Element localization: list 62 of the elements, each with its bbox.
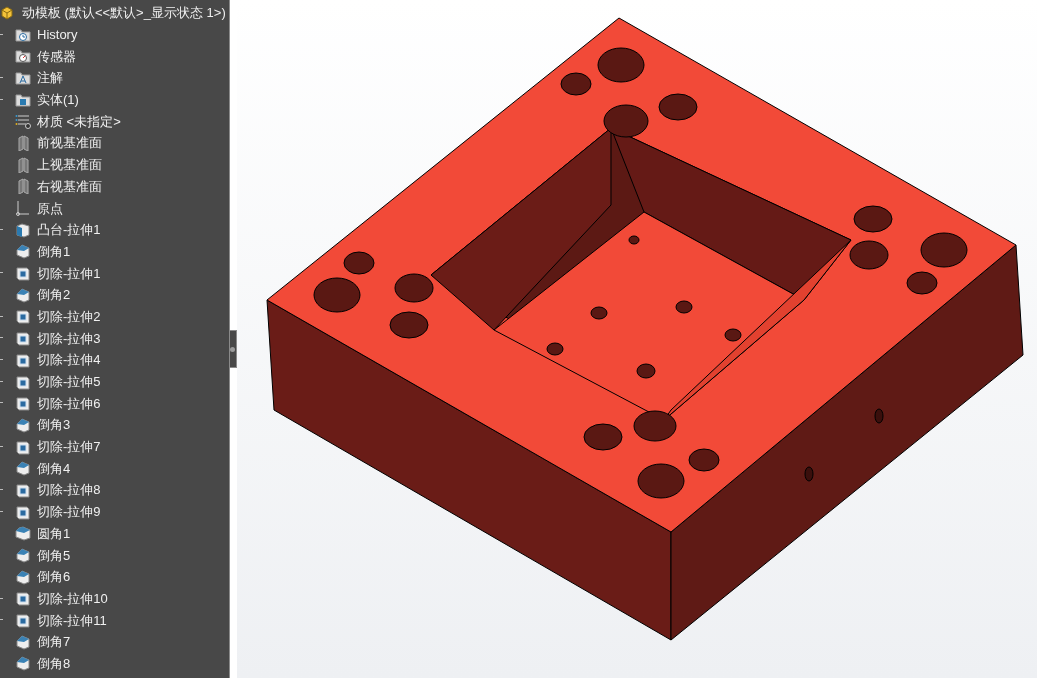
tree-item-label[interactable]: 原点 <box>37 201 63 215</box>
chamfered-cube-icon <box>15 416 31 433</box>
chamfered-cube-icon <box>15 633 31 650</box>
tree-item-label[interactable]: 切除-拉伸4 <box>37 353 101 367</box>
tree-item-label[interactable]: 右视基准面 <box>37 179 102 193</box>
tree-item-label[interactable]: 倒角3 <box>37 418 71 432</box>
cut-cube-icon <box>15 330 31 347</box>
tree-item-label[interactable]: 实体(1) <box>37 93 79 107</box>
tree-item-label[interactable]: 切除-拉伸5 <box>37 375 101 389</box>
plane-icon <box>15 134 31 151</box>
tree-item-label[interactable]: History <box>37 28 78 42</box>
filleted-cube-icon <box>15 525 31 542</box>
tree-item-label[interactable]: 切除-拉伸7 <box>37 440 101 454</box>
tree-item-label[interactable]: 切除-拉伸1 <box>37 266 101 280</box>
tree-item-label[interactable]: 注解 <box>37 71 63 85</box>
tree-item-label[interactable]: 倒角6 <box>37 570 71 584</box>
tree-item-label[interactable]: 前视基准面 <box>37 136 102 150</box>
tree-item-label[interactable]: 切除-拉伸3 <box>37 331 101 345</box>
tree-item-label[interactable]: 倒角5 <box>37 548 71 562</box>
tree-item-label[interactable]: 动模板 (默认<<默认>_显示状态 1>) <box>22 6 226 20</box>
cut-cube-icon <box>15 395 31 412</box>
tree-item-label[interactable]: 切除-拉伸11 <box>37 613 107 627</box>
tree-item-label[interactable]: 倒角2 <box>37 288 71 302</box>
tree-item-label[interactable]: 传感器 <box>37 49 76 63</box>
tree-item-label[interactable]: 圆角1 <box>37 526 71 540</box>
tree-item-label[interactable]: 切除-拉伸10 <box>37 591 108 605</box>
tree-item-label[interactable]: 倒角4 <box>37 461 71 475</box>
chamfered-cube-icon <box>15 243 31 260</box>
cut-cube-icon <box>15 481 31 498</box>
cut-cube-icon <box>15 351 31 368</box>
extruded-cube-icon <box>15 221 31 238</box>
cut-cube-icon <box>15 503 31 520</box>
origin-axes-icon <box>15 200 31 217</box>
chamfered-cube-icon <box>15 568 31 585</box>
cut-cube-icon <box>15 373 31 390</box>
tree-item-label[interactable]: 凸台-拉伸1 <box>37 223 101 237</box>
tree-item-label[interactable]: 切除-拉伸9 <box>37 505 101 519</box>
cut-cube-icon <box>15 265 31 282</box>
material-list-icon <box>15 113 31 130</box>
plane-icon <box>15 156 31 173</box>
part-icon <box>0 4 16 21</box>
tree-item-label[interactable]: 材质 <未指定> <box>37 114 121 128</box>
tree-item-label[interactable]: 切除-拉伸8 <box>37 483 101 497</box>
cut-cube-icon <box>15 308 31 325</box>
plane-icon <box>15 178 31 195</box>
cut-cube-icon <box>15 590 31 607</box>
folder-cube-icon <box>15 91 31 108</box>
tree-item-label[interactable]: 切除-拉伸6 <box>37 396 101 410</box>
chamfered-cube-icon <box>15 655 31 672</box>
tree-item-label[interactable]: 倒角7 <box>37 635 71 649</box>
chamfered-cube-icon <box>15 547 31 564</box>
cut-cube-icon <box>15 612 31 629</box>
tree-item-label[interactable]: 上视基准面 <box>37 158 102 172</box>
chamfered-cube-icon <box>15 460 31 477</box>
tree-item-label[interactable]: 倒角1 <box>37 244 71 258</box>
chamfered-cube-icon <box>15 286 31 303</box>
folder-letter-icon <box>15 69 31 86</box>
folder-clock-icon <box>15 26 31 43</box>
tree-item-label[interactable]: 切除-拉伸2 <box>37 309 101 323</box>
cut-cube-icon <box>15 438 31 455</box>
tree-item-label[interactable]: 倒角8 <box>37 656 71 670</box>
folder-gauge-icon <box>15 48 31 65</box>
